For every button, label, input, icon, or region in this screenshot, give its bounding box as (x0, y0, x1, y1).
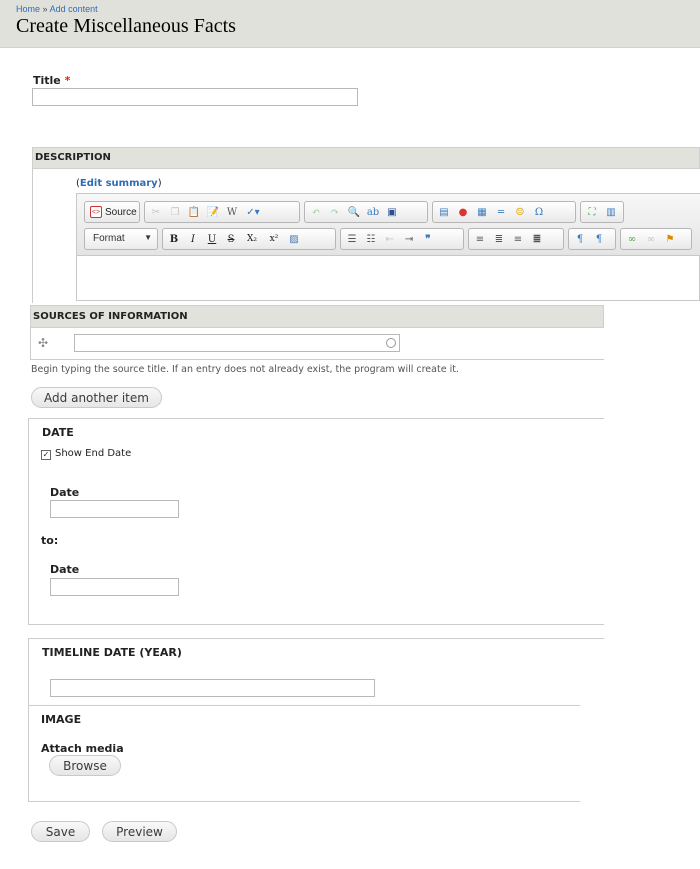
page-title: Create Miscellaneous Facts (16, 15, 236, 37)
editor-content-area[interactable] (77, 256, 700, 302)
superscript-icon[interactable]: x² (265, 231, 283, 247)
breadcrumb: Home » Add content (16, 4, 98, 14)
maximize-icon[interactable]: ⛶ (584, 204, 600, 220)
end-date-label: Date (50, 563, 80, 576)
breadcrumb-home-link[interactable]: Home (16, 4, 40, 14)
link-group: ∞ ∞ ⚑ (620, 228, 692, 250)
breadcrumb-add-content-link[interactable]: Add content (50, 4, 98, 14)
view-group: ⛶ ▥ (580, 201, 624, 223)
replace-icon[interactable]: ab (365, 204, 381, 220)
description-section-title: DESCRIPTION (35, 152, 111, 163)
description-border-left (32, 169, 33, 303)
page-header: Home » Add content Create Miscellaneous … (0, 0, 700, 48)
align-group: ≡ ≣ ≡ ≣ (468, 228, 564, 250)
unlink-icon[interactable]: ∞ (643, 231, 659, 247)
edit-group: ↶ ↷ 🔍 ab ▣ (304, 201, 428, 223)
browse-button[interactable]: Browse (49, 755, 121, 776)
cut-icon[interactable]: ✂ (148, 204, 164, 220)
indent-icon[interactable]: ⇥ (401, 231, 417, 247)
outdent-icon[interactable]: ⇤ (382, 231, 398, 247)
chevron-down-icon: ▼ (144, 233, 152, 242)
start-date-input[interactable] (50, 500, 179, 518)
sources-section-header: SOURCES OF INFORMATION (30, 305, 604, 328)
align-left-icon[interactable]: ≡ (472, 231, 488, 247)
copy-icon[interactable]: ❐ (167, 204, 183, 220)
image-section-title: IMAGE (41, 713, 82, 726)
ltr-icon[interactable]: ¶ (572, 231, 588, 247)
show-end-date-checkbox[interactable]: ✓ (41, 450, 51, 460)
timeline-section-title: TIMELINE DATE (YEAR) (42, 646, 182, 659)
add-another-item-button[interactable]: Add another item (31, 387, 162, 408)
editor-toolbar: <> Source ✂ ❐ 📋 📝 W ✓▾ ↶ ↷ 🔍 ab ▣ ▤ ● ▦ … (77, 194, 700, 256)
bold-icon[interactable]: B (166, 231, 182, 247)
sources-section-title: SOURCES OF INFORMATION (33, 311, 188, 322)
preview-button[interactable]: Preview (102, 821, 177, 842)
redo-icon[interactable]: ↷ (327, 204, 343, 220)
breadcrumb-separator: » (42, 4, 48, 14)
sources-help-text: Begin typing the source title. If an ent… (31, 364, 459, 375)
paste-word-icon[interactable]: W (224, 204, 240, 220)
clipboard-group: ✂ ❐ 📋 📝 W ✓▾ (144, 201, 300, 223)
blockquote-icon[interactable]: ❞ (420, 231, 436, 247)
find-icon[interactable]: 🔍 (346, 204, 362, 220)
italic-icon[interactable]: I (185, 231, 201, 247)
title-input[interactable] (32, 88, 358, 106)
timeline-year-input[interactable] (50, 679, 375, 697)
drag-handle-icon[interactable]: ✣ (38, 336, 48, 350)
autocomplete-throbber-icon (386, 338, 396, 348)
format-dropdown-label: Format (93, 233, 125, 244)
description-section-header: DESCRIPTION (32, 147, 700, 169)
insert-group: ▤ ● ▦ ═ ☺ Ω (432, 201, 576, 223)
edit-summary: (Edit summary) (76, 178, 162, 189)
source-button-label: Source (105, 206, 137, 218)
select-all-icon[interactable]: ▣ (384, 204, 400, 220)
to-label: to: (41, 534, 59, 547)
source-button[interactable]: <> Source (84, 201, 140, 223)
table-icon[interactable]: ▦ (474, 204, 490, 220)
source-autocomplete-input[interactable] (74, 334, 400, 352)
rtl-icon[interactable]: ¶ (591, 231, 607, 247)
anchor-icon[interactable]: ⚑ (662, 231, 678, 247)
edit-summary-link[interactable]: Edit summary (80, 178, 158, 189)
source-button-inner: <> Source (88, 206, 139, 218)
special-char-icon[interactable]: Ω (531, 204, 547, 220)
sources-border-bottom (30, 359, 604, 360)
rich-text-editor: <> Source ✂ ❐ 📋 📝 W ✓▾ ↶ ↷ 🔍 ab ▣ ▤ ● ▦ … (76, 193, 700, 301)
smiley-icon[interactable]: ☺ (512, 204, 528, 220)
direction-group: ¶ ¶ (568, 228, 616, 250)
remove-format-icon[interactable]: ▨ (286, 231, 302, 247)
spellcheck-icon[interactable]: ✓▾ (243, 204, 263, 220)
strike-icon[interactable]: S (223, 231, 239, 247)
underline-icon[interactable]: U (204, 231, 220, 247)
paragraph-group: ☰ ☷ ⇤ ⇥ ❞ (340, 228, 464, 250)
numbered-list-icon[interactable]: ☰ (344, 231, 360, 247)
show-end-date-label: Show End Date (55, 448, 132, 459)
paste-icon[interactable]: 📋 (186, 204, 202, 220)
show-blocks-icon[interactable]: ▥ (603, 204, 619, 220)
horizontal-rule-icon[interactable]: ═ (493, 204, 509, 220)
sources-border-left (30, 328, 31, 359)
attach-media-label: Attach media (41, 742, 124, 755)
start-date-label: Date (50, 486, 80, 499)
format-dropdown[interactable]: Format ▼ (84, 228, 158, 250)
bulleted-list-icon[interactable]: ☷ (363, 231, 379, 247)
undo-icon[interactable]: ↶ (308, 204, 324, 220)
source-icon: <> (90, 206, 102, 218)
date-section-title: DATE (42, 426, 74, 439)
end-date-input[interactable] (50, 578, 179, 596)
subscript-icon[interactable]: X₂ (242, 231, 262, 247)
basic-styles-group: B I U S X₂ x² ▨ (162, 228, 336, 250)
title-label-text: Title (33, 74, 61, 87)
align-right-icon[interactable]: ≡ (510, 231, 526, 247)
justify-icon[interactable]: ≣ (529, 231, 545, 247)
align-center-icon[interactable]: ≣ (491, 231, 507, 247)
title-label: Title * (33, 74, 70, 87)
image-icon[interactable]: ▤ (436, 204, 452, 220)
required-marker: * (64, 74, 71, 87)
save-button[interactable]: Save (31, 821, 90, 842)
flash-icon[interactable]: ● (455, 204, 471, 220)
link-icon[interactable]: ∞ (624, 231, 640, 247)
paste-text-icon[interactable]: 📝 (205, 204, 221, 220)
edit-summary-close: ) (157, 178, 162, 189)
